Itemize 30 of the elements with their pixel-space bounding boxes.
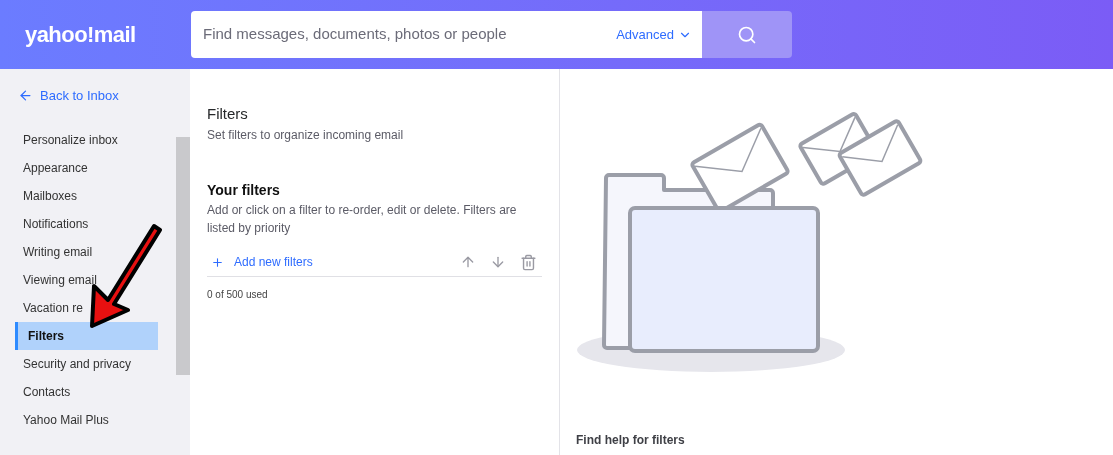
settings-nav-item[interactable]: Mailboxes [0, 181, 176, 210]
settings-nav-item[interactable]: Security and privacy [0, 349, 176, 378]
settings-nav-item[interactable]: Writing email [0, 237, 176, 266]
page-subtitle: Set filters to organize incoming email [207, 126, 405, 144]
page-title: Filters [207, 104, 249, 124]
trash-icon[interactable] [520, 253, 537, 271]
help-link[interactable]: Find help for filters [576, 431, 1113, 449]
search-input[interactable]: Find messages, documents, photos or people [203, 23, 617, 46]
settings-nav-item[interactable]: Notifications [0, 209, 176, 238]
search-icon [737, 24, 757, 45]
move-down-icon[interactable] [490, 254, 506, 270]
advanced-button[interactable]: Advanced [616, 24, 692, 45]
usage-count: 0 of 500 used [207, 287, 269, 302]
settings-nav-item[interactable]: Personalize inbox [0, 125, 176, 154]
back-link[interactable]: Back to Inbox [18, 86, 176, 106]
search-button[interactable] [702, 11, 792, 58]
settings-nav-item[interactable]: Viewing email [0, 265, 176, 294]
settings-nav-item[interactable]: Appearance [0, 153, 176, 182]
add-filters-link[interactable]: Add new filters [207, 253, 313, 271]
settings-nav-item[interactable]: Yahoo Mail Plus [0, 405, 176, 434]
settings-nav-item[interactable]: Contacts [0, 377, 176, 406]
section-title: Your filters [207, 180, 281, 200]
plus-icon [211, 255, 224, 269]
scrollbar[interactable] [176, 137, 190, 375]
search-field[interactable]: Find messages, documents, photos or people Advanced [191, 11, 702, 58]
move-up-icon[interactable] [460, 254, 476, 270]
section-description: Add or click on a filter to re-order, edit or delete. Filters are listed by priority [207, 201, 518, 237]
settings-nav-item[interactable]: Filters [15, 321, 158, 350]
settings-nav-item[interactable]: Vacation re [0, 293, 176, 322]
logo[interactable]: yahoo!mail [25, 18, 191, 51]
